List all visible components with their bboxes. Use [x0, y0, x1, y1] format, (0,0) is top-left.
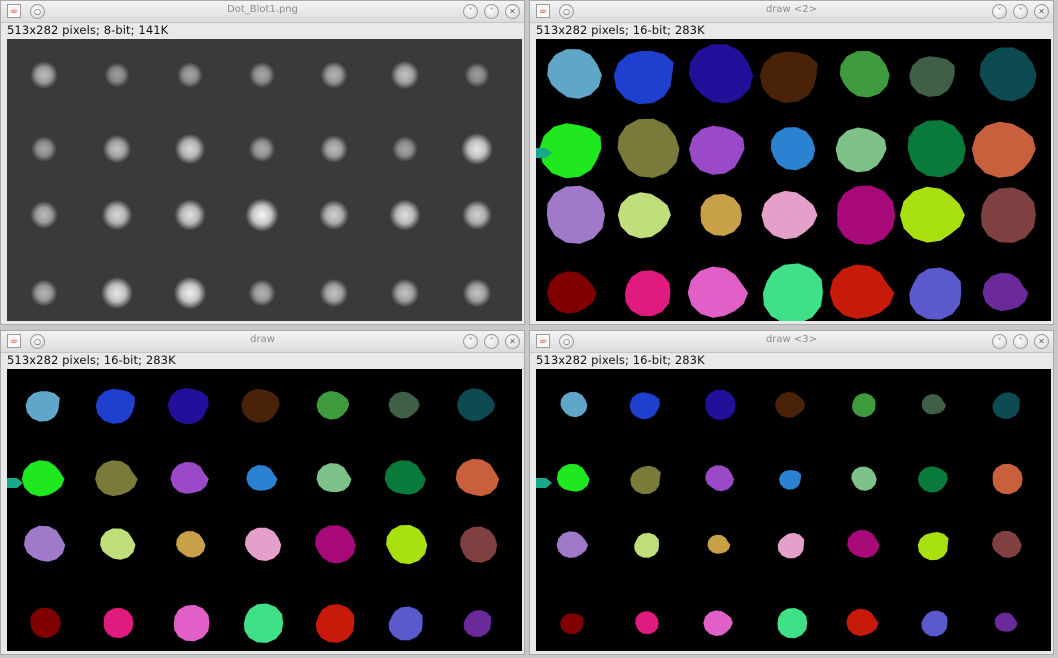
image-window-draw-2[interactable]: ☕ ○ draw <2> ˅ ˄ ✕ 513x282 pixels; 16-bi… — [529, 0, 1054, 325]
window-title: Dot_Blot1.png — [227, 4, 298, 15]
title-bar[interactable]: ☕ ○ draw <3> ˅ ˄ ✕ — [530, 331, 1053, 353]
segment-label — [244, 603, 284, 643]
image-canvas[interactable] — [7, 39, 522, 321]
image-svg — [536, 369, 1051, 651]
image-info-text: 513x282 pixels; 16-bit; 283K — [536, 353, 705, 367]
blot-dot — [319, 200, 349, 230]
window-title: draw <3> — [765, 334, 818, 345]
window-title: draw — [250, 334, 275, 345]
minimize-button[interactable]: ˅ — [992, 4, 1007, 19]
title-bar[interactable]: ☕ ○ draw ˅ ˄ ✕ — [1, 331, 524, 353]
blot-dot — [461, 133, 493, 165]
blot-dot — [101, 199, 133, 231]
maximize-button[interactable]: ˄ — [1013, 334, 1028, 349]
blot-dot — [102, 134, 132, 164]
title-bar[interactable]: ☕ ○ Dot_Blot1.png ˅ ˄ ✕ — [1, 1, 524, 23]
blot-dot — [174, 133, 206, 165]
segment-label — [173, 604, 210, 642]
minimize-button[interactable]: ˅ — [992, 334, 1007, 349]
blot-dot — [248, 135, 276, 163]
segment-label — [777, 608, 808, 639]
maximize-button[interactable]: ˄ — [484, 334, 499, 349]
image-svg — [7, 369, 522, 651]
close-button[interactable]: ✕ — [505, 4, 520, 19]
close-button[interactable]: ✕ — [1034, 4, 1049, 19]
blot-dot — [248, 279, 276, 307]
blot-dot — [320, 61, 348, 89]
blot-dot — [392, 136, 418, 162]
segment-label — [981, 187, 1036, 243]
blot-dot — [462, 200, 492, 230]
blot-dot — [389, 199, 421, 231]
minimize-button[interactable]: ˅ — [463, 334, 478, 349]
close-button[interactable]: ✕ — [1034, 334, 1049, 349]
blot-dot — [173, 276, 207, 310]
image-info-text: 513x282 pixels; 8-bit; 141K — [7, 23, 169, 37]
blot-dot — [319, 278, 349, 308]
blot-dot — [177, 62, 203, 88]
image-canvas[interactable] — [7, 369, 522, 651]
blot-dot — [320, 135, 348, 163]
image-window-draw[interactable]: ☕ ○ draw ˅ ˄ ✕ 513x282 pixels; 16-bit; 2… — [0, 330, 525, 655]
segment-label — [852, 393, 876, 417]
blot-dot — [101, 277, 133, 309]
blot-dot — [174, 199, 206, 231]
segment-label — [837, 185, 896, 245]
title-bar[interactable]: ☕ ○ draw <2> ˅ ˄ ✕ — [530, 1, 1053, 23]
blot-dot — [245, 198, 279, 232]
image-window-dot-blot[interactable]: ☕ ○ Dot_Blot1.png ˅ ˄ ✕ 513x282 pixels; … — [0, 0, 525, 325]
blot-dot — [464, 62, 490, 88]
window-title: draw <2> — [765, 4, 818, 15]
blot-dot — [30, 279, 58, 307]
blot-dot — [249, 62, 275, 88]
blot-dot — [390, 278, 420, 308]
close-button[interactable]: ✕ — [505, 334, 520, 349]
blot-dot — [30, 61, 58, 89]
image-canvas[interactable] — [536, 369, 1051, 651]
image-canvas[interactable] — [536, 39, 1051, 321]
maximize-button[interactable]: ˄ — [1013, 4, 1028, 19]
image-svg — [536, 39, 1051, 321]
blot-dot — [31, 136, 57, 162]
blot-dot — [104, 62, 130, 88]
segment-label — [625, 270, 671, 317]
image-info-text: 513x282 pixels; 16-bit; 283K — [536, 23, 705, 37]
minimize-button[interactable]: ˅ — [463, 4, 478, 19]
blot-dot — [390, 60, 420, 90]
blot-dot — [462, 278, 492, 308]
maximize-button[interactable]: ˄ — [484, 4, 499, 19]
blot-dot — [30, 201, 58, 229]
image-svg — [7, 39, 522, 321]
image-window-draw-3[interactable]: ☕ ○ draw <3> ˅ ˄ ✕ 513x282 pixels; 16-bi… — [529, 330, 1054, 655]
image-info-text: 513x282 pixels; 16-bit; 283K — [7, 353, 176, 367]
